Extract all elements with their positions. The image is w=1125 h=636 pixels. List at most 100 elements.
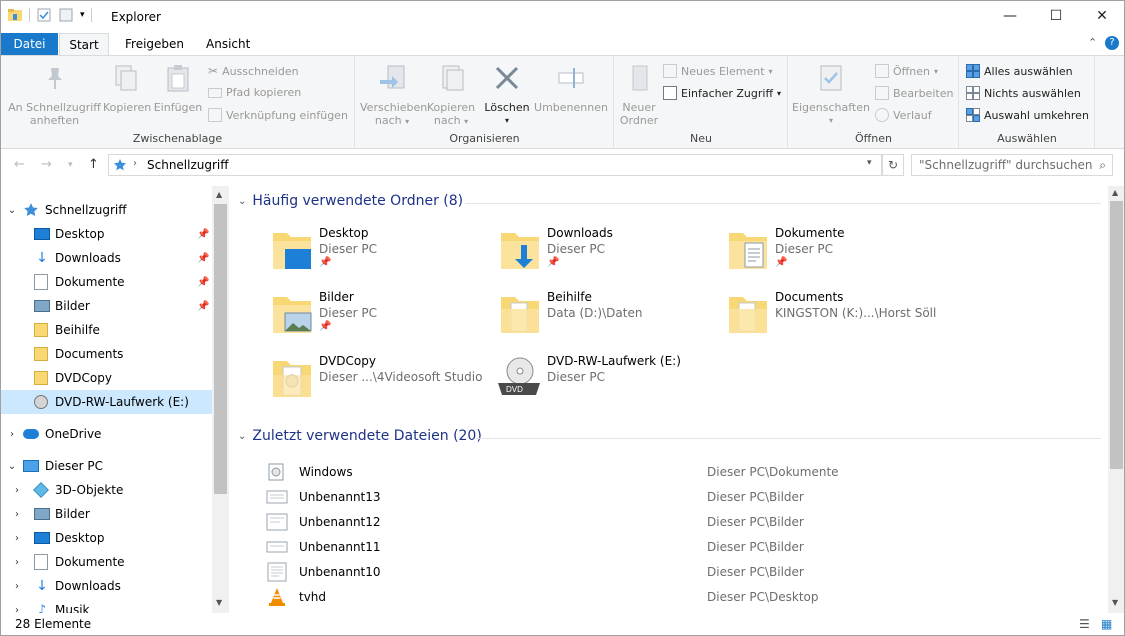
scroll-up-icon[interactable]: ▲: [216, 190, 222, 199]
paste-button[interactable]: Einfügen: [153, 62, 203, 114]
tab-freigeben[interactable]: Freigeben: [115, 33, 194, 55]
nav-item-pc-bilder[interactable]: › Bilder: [1, 502, 212, 526]
easy-access-button[interactable]: Einfacher Zugriff ▾: [663, 86, 781, 100]
delete-button[interactable]: Löschen ▾: [482, 62, 532, 127]
breadcrumb-schnellzugriff[interactable]: Schnellzugriff: [147, 158, 229, 172]
recent-files-header[interactable]: ⌄ Zuletzt verwendete Dateien (20): [238, 428, 482, 444]
pin-icon[interactable]: 📌: [319, 321, 331, 332]
qat-dropdown-icon[interactable]: ▾: [80, 10, 85, 20]
nav-item-documents[interactable]: Documents: [1, 342, 212, 366]
move-to-button[interactable]: Verschieben nach ▾: [360, 62, 427, 128]
nav-item-pc-musik[interactable]: › ♪ Musik: [1, 598, 212, 614]
refresh-icon[interactable]: ↻: [882, 154, 904, 176]
nav-item-3d-objects[interactable]: › 3D-Objekte: [1, 478, 212, 502]
nav-item-dvdcopy[interactable]: DVDCopy: [1, 366, 212, 390]
folder-tile-beihilfe[interactable]: Beihilfe Data (D:)\Daten: [486, 287, 706, 347]
nav-item-this-pc[interactable]: ⌄ Dieser PC: [1, 454, 212, 478]
expand-chevron-icon[interactable]: ›: [15, 605, 34, 614]
pin-quick-access-button[interactable]: An Schnellzugriff anheften: [7, 62, 102, 127]
folder-tile-documents[interactable]: Documents KINGSTON (K:)...\Horst Söll: [714, 287, 936, 347]
nav-scrollbar[interactable]: ▲ ▼: [212, 186, 229, 613]
help-icon[interactable]: ?: [1105, 36, 1119, 50]
pin-icon[interactable]: 📌: [197, 229, 209, 240]
new-item-button[interactable]: Neues Element ▾: [663, 64, 773, 78]
details-view-icon[interactable]: ☰: [1079, 613, 1090, 635]
copy-path-button[interactable]: Pfad kopieren: [208, 86, 301, 99]
content-scrollbar[interactable]: ▲ ▼: [1108, 186, 1124, 613]
folder-tile-desktop[interactable]: Desktop Dieser PC 📌: [258, 223, 478, 283]
select-none-button[interactable]: Nichts auswählen: [966, 86, 1081, 100]
tiles-view-icon[interactable]: ▦: [1101, 613, 1112, 635]
collapse-chevron-icon[interactable]: ⌄: [238, 431, 246, 442]
paste-shortcut-button[interactable]: Verknüpfung einfügen: [208, 108, 348, 122]
expand-chevron-icon[interactable]: ›: [15, 485, 34, 496]
expand-chevron-icon[interactable]: ⌄: [1, 461, 23, 472]
tab-ansicht[interactable]: Ansicht: [196, 33, 260, 55]
pin-icon[interactable]: 📌: [775, 257, 787, 268]
list-item[interactable]: Unbenannt13 Dieser PC\Bilder: [230, 484, 1108, 509]
forward-arrow-icon[interactable]: →: [41, 157, 52, 172]
properties-button[interactable]: Eigenschaften ▾: [791, 62, 871, 127]
drive-tile-dvd-rw[interactable]: DVD DVD-RW-Laufwerk (E:) Dieser PC: [486, 351, 706, 411]
pin-icon[interactable]: 📌: [197, 277, 209, 288]
expand-chevron-icon[interactable]: ›: [15, 533, 34, 544]
new-folder-button[interactable]: Neuer Ordner: [617, 62, 661, 127]
nav-item-pc-desktop[interactable]: › Desktop: [1, 526, 212, 550]
expand-chevron-icon[interactable]: ⌄: [1, 205, 23, 216]
close-button[interactable]: ✕: [1079, 1, 1124, 31]
search-input[interactable]: "Schnellzugriff" durchsuchen ⌕: [911, 154, 1113, 176]
properties-qat-icon[interactable]: [36, 7, 52, 23]
scroll-up-icon[interactable]: ▲: [1112, 188, 1118, 197]
address-bar[interactable]: › Schnellzugriff ▾: [108, 154, 882, 176]
list-item[interactable]: Unbenannt11 Dieser PC\Bilder: [230, 534, 1108, 559]
tab-start[interactable]: Start: [59, 33, 109, 55]
nav-item-bilder[interactable]: Bilder 📌: [1, 294, 212, 318]
frequent-folders-header[interactable]: ⌄ Häufig verwendete Ordner (8): [238, 193, 463, 209]
new-folder-qat-icon[interactable]: [58, 7, 74, 23]
nav-item-beihilfe[interactable]: Beihilfe: [1, 318, 212, 342]
history-button[interactable]: Verlauf: [875, 108, 932, 122]
nav-item-pc-dokumente[interactable]: › Dokumente: [1, 550, 212, 574]
open-button[interactable]: Öffnen ▾: [875, 64, 938, 78]
copy-button[interactable]: Kopieren: [103, 62, 151, 114]
back-arrow-icon[interactable]: ←: [14, 157, 25, 172]
nav-item-quick-access[interactable]: ⌄ Schnellzugriff: [1, 198, 212, 222]
collapse-ribbon-icon[interactable]: ⌃: [1088, 36, 1097, 49]
expand-chevron-icon[interactable]: ›: [15, 509, 34, 520]
nav-item-dokumente[interactable]: Dokumente 📌: [1, 270, 212, 294]
cut-button[interactable]: ✂ Ausschneiden: [208, 64, 299, 78]
minimize-button[interactable]: —: [987, 1, 1033, 31]
expand-chevron-icon[interactable]: ›: [15, 581, 34, 592]
address-dropdown-icon[interactable]: ▾: [867, 158, 872, 168]
expand-chevron-icon[interactable]: ›: [1, 429, 23, 440]
pin-icon[interactable]: 📌: [547, 257, 559, 268]
pin-icon[interactable]: 📌: [197, 253, 209, 264]
pin-icon[interactable]: 📌: [319, 257, 331, 268]
folder-tile-downloads[interactable]: Downloads Dieser PC 📌: [486, 223, 706, 283]
list-item[interactable]: Unbenannt10 Dieser PC\Bilder: [230, 559, 1108, 584]
collapse-chevron-icon[interactable]: ⌄: [238, 196, 246, 207]
content-scroll-thumb[interactable]: [1110, 201, 1123, 469]
rename-button[interactable]: Umbenennen: [533, 62, 609, 114]
recent-locations-icon[interactable]: ▾: [68, 160, 73, 170]
scroll-down-icon[interactable]: ▼: [216, 598, 222, 607]
tab-datei[interactable]: Datei: [1, 33, 58, 55]
list-item[interactable]: Windows Dieser PC\Dokumente: [230, 459, 1108, 484]
nav-item-downloads[interactable]: ↓ Downloads 📌: [1, 246, 212, 270]
nav-item-dvd-drive[interactable]: DVD-RW-Laufwerk (E:): [1, 390, 212, 414]
list-item[interactable]: Unbenannt12 Dieser PC\Bilder: [230, 509, 1108, 534]
list-item[interactable]: tvhd Dieser PC\Desktop: [230, 584, 1108, 609]
invert-selection-button[interactable]: Auswahl umkehren: [966, 108, 1089, 122]
nav-item-pc-downloads[interactable]: › ↓ Downloads: [1, 574, 212, 598]
nav-item-onedrive[interactable]: › OneDrive: [1, 422, 212, 446]
copy-to-button[interactable]: Kopieren nach ▾: [426, 62, 476, 128]
up-arrow-icon[interactable]: ↑: [88, 157, 99, 172]
pin-icon[interactable]: 📌: [197, 301, 209, 312]
select-all-button[interactable]: Alles auswählen: [966, 64, 1073, 78]
expand-chevron-icon[interactable]: ›: [15, 557, 34, 568]
folder-tile-dvdcopy[interactable]: DVDCopy Dieser ...\4Videosoft Studio: [258, 351, 482, 411]
maximize-button[interactable]: ☐: [1033, 1, 1079, 31]
scroll-down-icon[interactable]: ▼: [1112, 598, 1118, 607]
nav-item-desktop[interactable]: Desktop 📌: [1, 222, 212, 246]
folder-tile-dokumente[interactable]: Dokumente Dieser PC 📌: [714, 223, 934, 283]
